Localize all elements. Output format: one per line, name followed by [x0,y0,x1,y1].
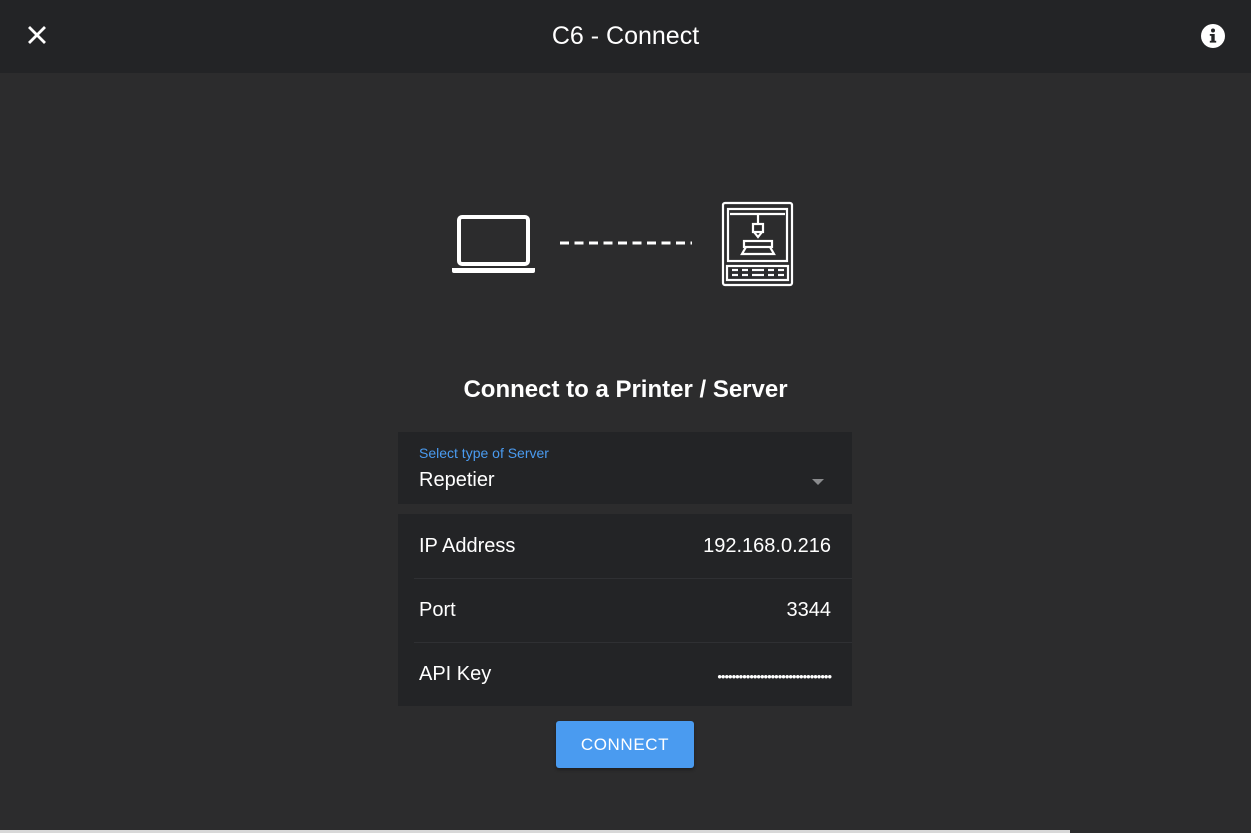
page-heading: Connect to a Printer / Server [463,376,788,403]
connect-button[interactable]: CONNECT [556,721,694,768]
window-title: C6 - Connect [551,22,700,50]
3d-printer-icon [721,201,794,287]
connection-illustration [448,198,800,290]
port-field[interactable]: Port 3344 [398,578,852,642]
api-key-value[interactable]: •••••••••••••••••••••••••••••••• [717,664,832,690]
port-value[interactable]: 3344 [787,597,832,623]
api-key-field[interactable]: API Key •••••••••••••••••••••••••••••••• [398,642,852,706]
dropdown-caret-icon [812,479,824,485]
server-type-label: Select type of Server [419,445,549,461]
port-label: Port [419,599,456,621]
info-button[interactable] [1199,22,1227,50]
title-bar: C6 - Connect [0,0,1251,73]
ip-address-value[interactable]: 192.168.0.216 [703,533,831,559]
api-key-label: API Key [419,663,492,685]
info-icon [1201,24,1225,48]
ip-address-field[interactable]: IP Address 192.168.0.216 [398,514,852,578]
server-type-select[interactable]: Select type of Server Repetier [398,432,852,504]
connection-fields: IP Address 192.168.0.216 Port 3344 API K… [398,514,852,706]
laptop-icon [452,215,535,273]
ip-address-label: IP Address [419,535,516,557]
server-type-value: Repetier [419,469,495,491]
